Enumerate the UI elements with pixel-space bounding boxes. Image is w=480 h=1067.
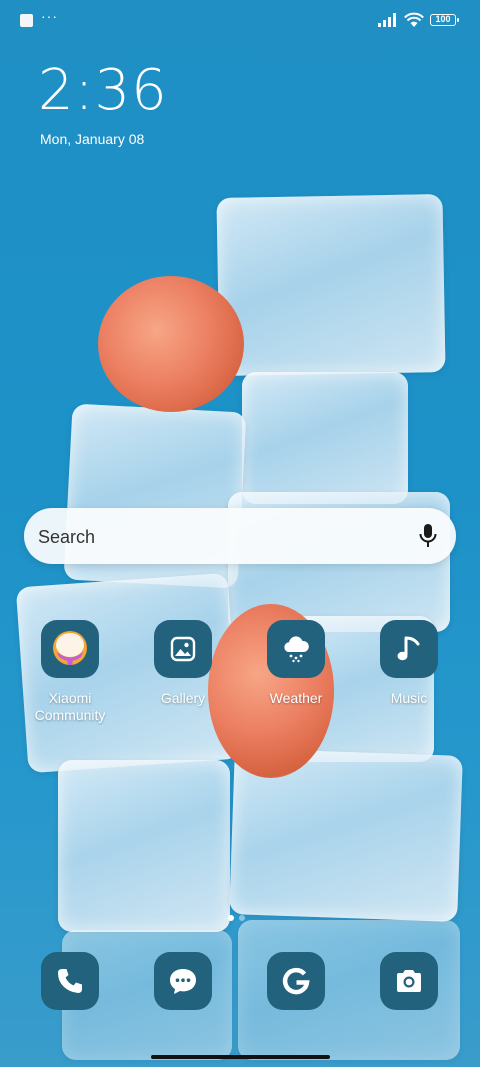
signal-icon (378, 13, 396, 27)
notification-icon (20, 14, 33, 27)
app-music[interactable]: Music (357, 620, 461, 707)
dock-phone[interactable] (41, 952, 99, 1010)
xiaomi-community-icon (41, 620, 99, 678)
page-dot-active[interactable] (228, 915, 234, 921)
phone-icon (58, 969, 82, 993)
app-gallery[interactable]: Gallery (131, 620, 235, 707)
battery-icon: 100 (430, 14, 459, 26)
search-bar[interactable]: Search (24, 508, 456, 564)
dock-camera[interactable] (380, 952, 438, 1010)
page-dot[interactable] (239, 915, 245, 921)
weather-icon (267, 620, 325, 678)
dock-messages[interactable] (154, 952, 212, 1010)
ice-cube (216, 194, 446, 376)
home-gesture-bar[interactable] (151, 1055, 330, 1059)
more-notifications-indicator: ··· (41, 8, 58, 24)
ice-cube (242, 372, 408, 504)
wifi-icon (404, 12, 424, 27)
google-icon (282, 967, 310, 995)
clock-date[interactable]: Mon, January 08 (40, 131, 144, 147)
app-xiaomi-community[interactable]: Xiaomi Community (18, 620, 122, 724)
app-label: Music (390, 690, 428, 706)
music-icon (380, 620, 438, 678)
app-label: Xiaomi Community (34, 690, 106, 723)
clock-time[interactable]: 2:36 (38, 58, 168, 123)
camera-icon (397, 970, 421, 992)
app-label: Gallery (160, 690, 206, 706)
app-label: Weather (269, 690, 323, 706)
ice-cube (58, 760, 230, 932)
microphone-icon[interactable] (418, 523, 438, 549)
coral (98, 276, 244, 412)
messages-icon (170, 969, 196, 994)
page-indicator[interactable] (228, 908, 250, 926)
gallery-icon (154, 620, 212, 678)
search-placeholder: Search (38, 527, 96, 547)
dock-google[interactable] (267, 952, 325, 1010)
status-bar: ··· 100 (0, 0, 480, 42)
app-weather[interactable]: Weather (244, 620, 348, 707)
